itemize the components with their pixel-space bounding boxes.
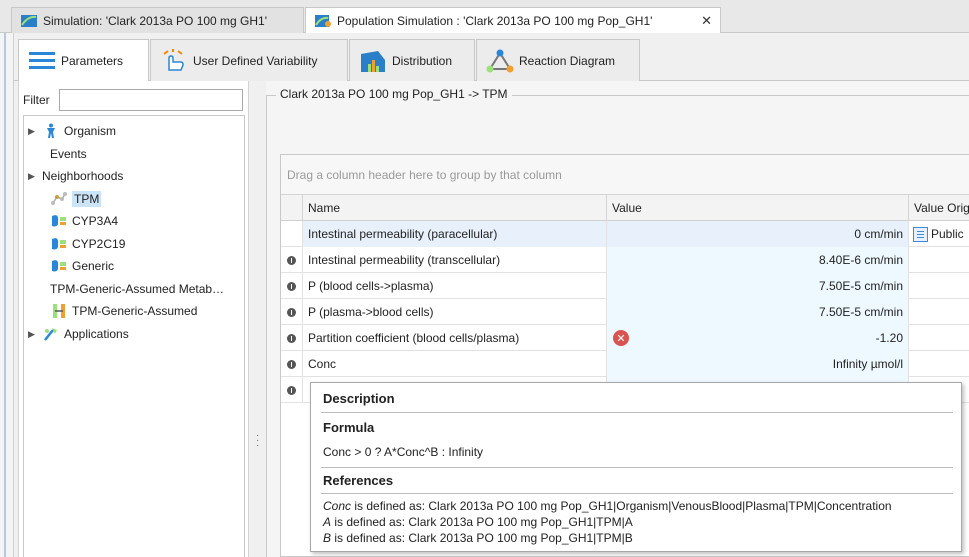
- molecule-icon: [50, 191, 68, 207]
- tab-simulation[interactable]: Simulation: 'Clark 2013a PO 100 mg GH1': [11, 7, 304, 33]
- population-simulation-icon: [314, 13, 332, 29]
- tree-item-neighborhoods[interactable]: ▶ Neighborhoods: [28, 165, 123, 187]
- tooltip-reference-conc: Conc is defined as: Clark 2013a PO 100 m…: [323, 499, 892, 513]
- filter-input[interactable]: [59, 89, 243, 111]
- enzyme-icon: [50, 213, 68, 229]
- tooltip-divider: [321, 493, 953, 494]
- applications-icon: [42, 326, 60, 342]
- tree-item-tpm-generic-assumed[interactable]: TPM-Generic-Assumed: [50, 300, 197, 322]
- column-header-value-origin[interactable]: Value Orig: [909, 195, 969, 221]
- tree-item-applications[interactable]: ▶ Applications: [28, 323, 129, 345]
- grid-header: Name Value Value Orig: [281, 195, 969, 221]
- table-row[interactable]: P (plasma->blood cells) 7.50E-5 cm/min: [281, 299, 969, 325]
- tab-population-simulation-label: Population Simulation : 'Clark 2013a PO …: [337, 13, 653, 28]
- table-row[interactable]: P (blood cells->plasma) 7.50E-5 cm/min: [281, 273, 969, 299]
- tooltip-divider: [321, 467, 953, 468]
- tree-item-tpm-generic-assumed-metab[interactable]: TPM-Generic-Assumed Metab…: [50, 278, 224, 300]
- view-tab-strip: Parameters User Defined Variability Dist…: [14, 33, 969, 82]
- info-icon[interactable]: [287, 333, 296, 343]
- tree-item-events[interactable]: Events: [50, 143, 87, 165]
- info-icon[interactable]: [287, 359, 296, 369]
- table-row[interactable]: Partition coefficient (blood cells/plasm…: [281, 325, 969, 351]
- tree-item-generic[interactable]: Generic: [50, 255, 114, 277]
- tooltip-reference-a: A is defined as: Clark 2013a PO 100 mg P…: [323, 515, 633, 529]
- info-icon[interactable]: [287, 255, 296, 265]
- left-frame: [0, 33, 14, 557]
- close-icon[interactable]: ✕: [701, 13, 712, 29]
- splitter-grip-icon: · · ·: [256, 430, 260, 451]
- tab-distribution-label: Distribution: [392, 53, 453, 68]
- hand-variability-icon: [159, 48, 189, 74]
- filter-row: Filter: [23, 89, 243, 111]
- indicator-header: [281, 195, 303, 221]
- tree-item-organism[interactable]: ▶ Organism: [28, 120, 116, 142]
- tab-user-defined-variability-label: User Defined Variability: [193, 53, 318, 68]
- info-icon[interactable]: [287, 385, 296, 395]
- tooltip-formula: Conc > 0 ? A*Conc^B : Infinity: [323, 445, 484, 459]
- tab-reaction-diagram-label: Reaction Diagram: [519, 53, 616, 68]
- enzyme-icon: [50, 258, 68, 274]
- value-origin-cell[interactable]: Public: [909, 221, 969, 247]
- error-icon: ✕: [613, 330, 629, 346]
- tooltip-divider: [321, 412, 953, 413]
- expand-icon[interactable]: ▶: [28, 126, 42, 137]
- tree-item-tpm[interactable]: TPM: [50, 188, 102, 210]
- table-row[interactable]: Intestinal permeability (transcellular) …: [281, 247, 969, 273]
- process-icon: [50, 303, 68, 319]
- tab-parameters-label: Parameters: [61, 54, 124, 68]
- panel-splitter[interactable]: · · ·: [250, 81, 266, 557]
- info-icon[interactable]: [287, 281, 296, 291]
- tab-reaction-diagram[interactable]: Reaction Diagram: [476, 39, 640, 81]
- table-row[interactable]: Intestinal permeability (paracellular) 0…: [281, 221, 969, 247]
- tab-simulation-label: Simulation: 'Clark 2013a PO 100 mg GH1': [43, 13, 268, 28]
- tree-item-cyp2c19[interactable]: CYP2C19: [50, 233, 125, 255]
- simulation-icon: [20, 13, 38, 29]
- tree-item-cyp3a4[interactable]: CYP3A4: [50, 210, 118, 232]
- tab-population-simulation[interactable]: Population Simulation : 'Clark 2013a PO …: [305, 7, 721, 34]
- tooltip-references-title: References: [323, 473, 394, 488]
- tooltip-description-title: Description: [323, 391, 395, 406]
- reaction-diagram-icon: [485, 48, 515, 74]
- value-cell-error[interactable]: ✕ -1.20: [607, 325, 909, 351]
- tab-user-defined-variability[interactable]: User Defined Variability: [150, 39, 348, 81]
- tree-panel: Filter ▶ Organism Events ▶ Neighborhoods…: [18, 81, 249, 557]
- info-icon[interactable]: [287, 307, 296, 317]
- filter-label: Filter: [23, 93, 50, 107]
- human-icon: [42, 123, 60, 139]
- expand-icon[interactable]: ▶: [28, 171, 42, 182]
- tooltip-formula-title: Formula: [323, 420, 375, 435]
- distribution-icon: [358, 48, 388, 74]
- column-header-value[interactable]: Value: [607, 195, 909, 221]
- parameters-icon: [27, 48, 57, 74]
- tree-view: ▶ Organism Events ▶ Neighborhoods TPM CY…: [23, 115, 245, 557]
- expand-icon[interactable]: ▶: [28, 329, 42, 340]
- document-icon: [913, 226, 928, 242]
- path-title: Clark 2013a PO 100 mg Pop_GH1 -> TPM: [276, 87, 512, 101]
- table-row[interactable]: Conc Infinity µmol/l: [281, 351, 969, 377]
- parameter-tooltip: Description Formula Conc > 0 ? A*Conc^B …: [310, 382, 962, 552]
- tab-parameters[interactable]: Parameters: [18, 39, 149, 82]
- group-by-panel[interactable]: Drag a column header here to group by th…: [281, 155, 969, 195]
- column-header-name[interactable]: Name: [303, 195, 607, 221]
- enzyme-icon: [50, 236, 68, 252]
- document-tab-strip: Simulation: 'Clark 2013a PO 100 mg GH1' …: [0, 0, 969, 34]
- tab-distribution[interactable]: Distribution: [349, 39, 475, 81]
- tooltip-reference-b: B is defined as: Clark 2013a PO 100 mg P…: [323, 531, 633, 545]
